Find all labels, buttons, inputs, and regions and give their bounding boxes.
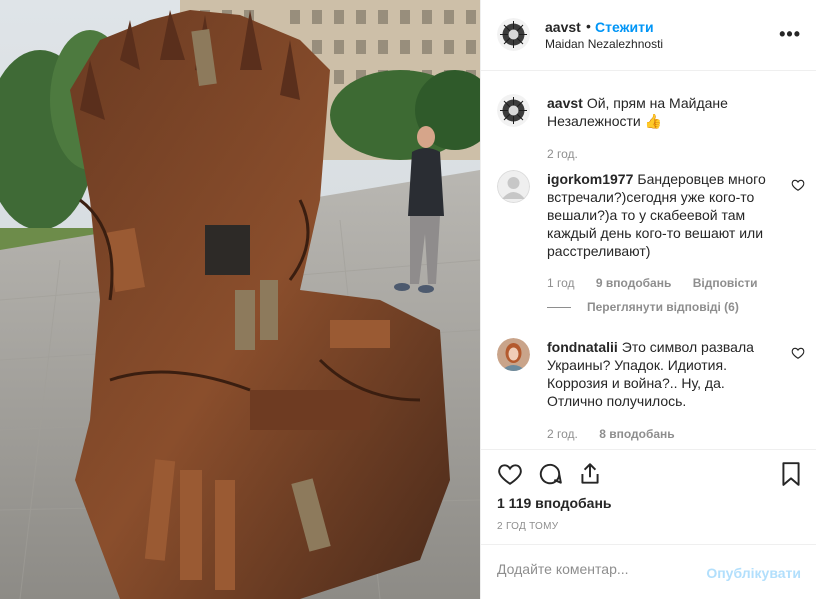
post-actions: 1 119 вподобань 2 ГОД ТОМУ bbox=[481, 449, 816, 544]
like-heart-icon[interactable] bbox=[497, 461, 523, 487]
comment-likes[interactable]: 8 вподобань bbox=[599, 427, 674, 441]
caption-meta: 2 год. bbox=[547, 147, 596, 161]
comment-time[interactable]: 2 год. bbox=[547, 427, 578, 441]
post-photo[interactable] bbox=[0, 0, 480, 599]
caption-username[interactable]: aavst bbox=[547, 95, 583, 111]
likes-count[interactable]: 1 119 вподобань bbox=[497, 495, 612, 511]
view-replies-label: Переглянути відповіді (6) bbox=[587, 300, 739, 314]
view-replies-button[interactable]: Переглянути відповіді (6) bbox=[547, 300, 739, 314]
author-username[interactable]: aavst bbox=[545, 19, 581, 35]
reply-button[interactable]: Відповісти bbox=[693, 276, 758, 290]
comment-meta: 2 год. 8 вподобань bbox=[547, 427, 693, 441]
more-options-icon[interactable]: ••• bbox=[779, 24, 801, 45]
caption-avatar[interactable] bbox=[497, 94, 530, 127]
comment-text-block: igorkom1977 Бандеровцев много встречали?)… bbox=[547, 170, 777, 260]
post-header: aavst • Стежити Maidan Nezalezhnosti ••• bbox=[481, 0, 816, 71]
comment-time[interactable]: 1 год bbox=[547, 276, 575, 290]
post-location[interactable]: Maidan Nezalezhnosti bbox=[545, 37, 663, 51]
post-panel: aavst • Стежити Maidan Nezalezhnosti ••• bbox=[480, 0, 816, 599]
add-comment-bar: Опублікувати bbox=[481, 544, 816, 599]
comments-list[interactable]: aavst Ой, прям на Майдане Незалежности 👍 … bbox=[481, 72, 816, 448]
share-icon[interactable] bbox=[577, 461, 603, 487]
caption-text-block: aavst Ой, прям на Майдане Незалежности 👍 bbox=[547, 94, 777, 130]
comment-username[interactable]: igorkom1977 bbox=[547, 171, 633, 187]
throne-photo bbox=[0, 0, 480, 599]
comment-username[interactable]: fondnatalii bbox=[547, 339, 618, 355]
comment-avatar[interactable] bbox=[497, 338, 530, 371]
follow-button[interactable]: Стежити bbox=[595, 19, 654, 35]
separator-dot: • bbox=[586, 18, 591, 34]
publish-button[interactable]: Опублікувати bbox=[706, 565, 801, 581]
replies-divider bbox=[547, 307, 571, 309]
caption-time[interactable]: 2 год. bbox=[547, 147, 578, 161]
author-avatar[interactable] bbox=[497, 18, 530, 51]
posted-time[interactable]: 2 ГОД ТОМУ bbox=[497, 521, 558, 532]
comment-icon[interactable] bbox=[537, 461, 563, 487]
comment-like-heart-icon[interactable] bbox=[791, 178, 805, 192]
comment-text-block: fondnatalii Это символ развала Украины? У… bbox=[547, 338, 777, 410]
add-comment-input[interactable] bbox=[497, 561, 697, 577]
bookmark-icon[interactable] bbox=[778, 461, 804, 487]
comment-meta: 1 год 9 вподобань Відповісти bbox=[547, 276, 776, 290]
comment-likes[interactable]: 9 вподобань bbox=[596, 276, 671, 290]
comment-like-heart-icon[interactable] bbox=[791, 346, 805, 360]
comment-avatar[interactable] bbox=[497, 170, 530, 203]
